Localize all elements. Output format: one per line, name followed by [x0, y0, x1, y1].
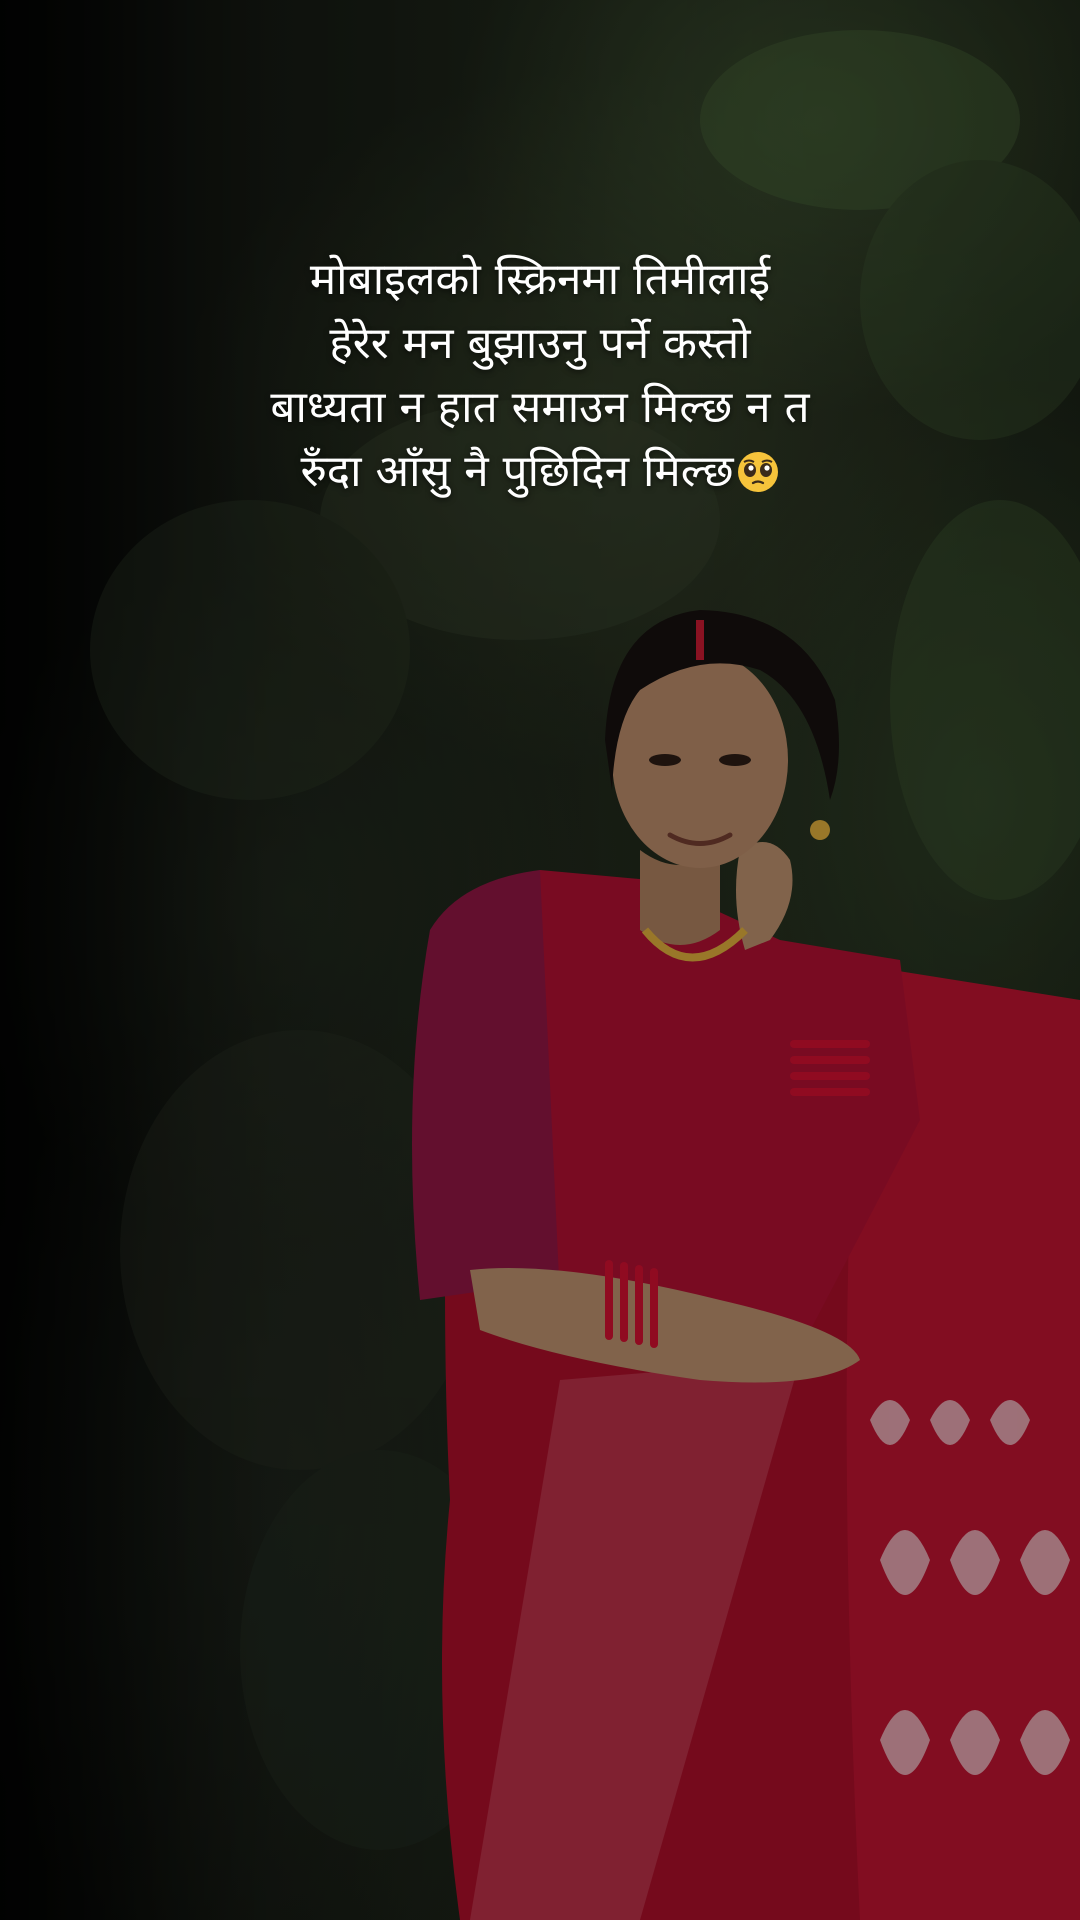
- video-frame: मोबाइलको स्क्रिनमा तिमीलाई हेरेर मन बुझा…: [0, 0, 1080, 1920]
- caption-line-1: मोबाइलको स्क्रिनमा तिमीलाई: [309, 254, 771, 305]
- caption-text: मोबाइलको स्क्रिनमा तिमीलाई हेरेर मन बुझा…: [140, 248, 940, 504]
- caption-line-2: हेरेर मन बुझाउनु पर्ने कस्तो: [329, 318, 751, 369]
- caption-line-4-text: रुँदा आँसु नै पुछिदिन मिल्छ: [300, 446, 734, 497]
- pleading-face-emoji-icon: [737, 452, 778, 492]
- caption-line-3: बाध्यता न हात समाउन मिल्छ न त: [270, 382, 810, 433]
- caption-line-4: रुँदा आँसु नै पुछिदिन मिल्छ: [140, 440, 940, 504]
